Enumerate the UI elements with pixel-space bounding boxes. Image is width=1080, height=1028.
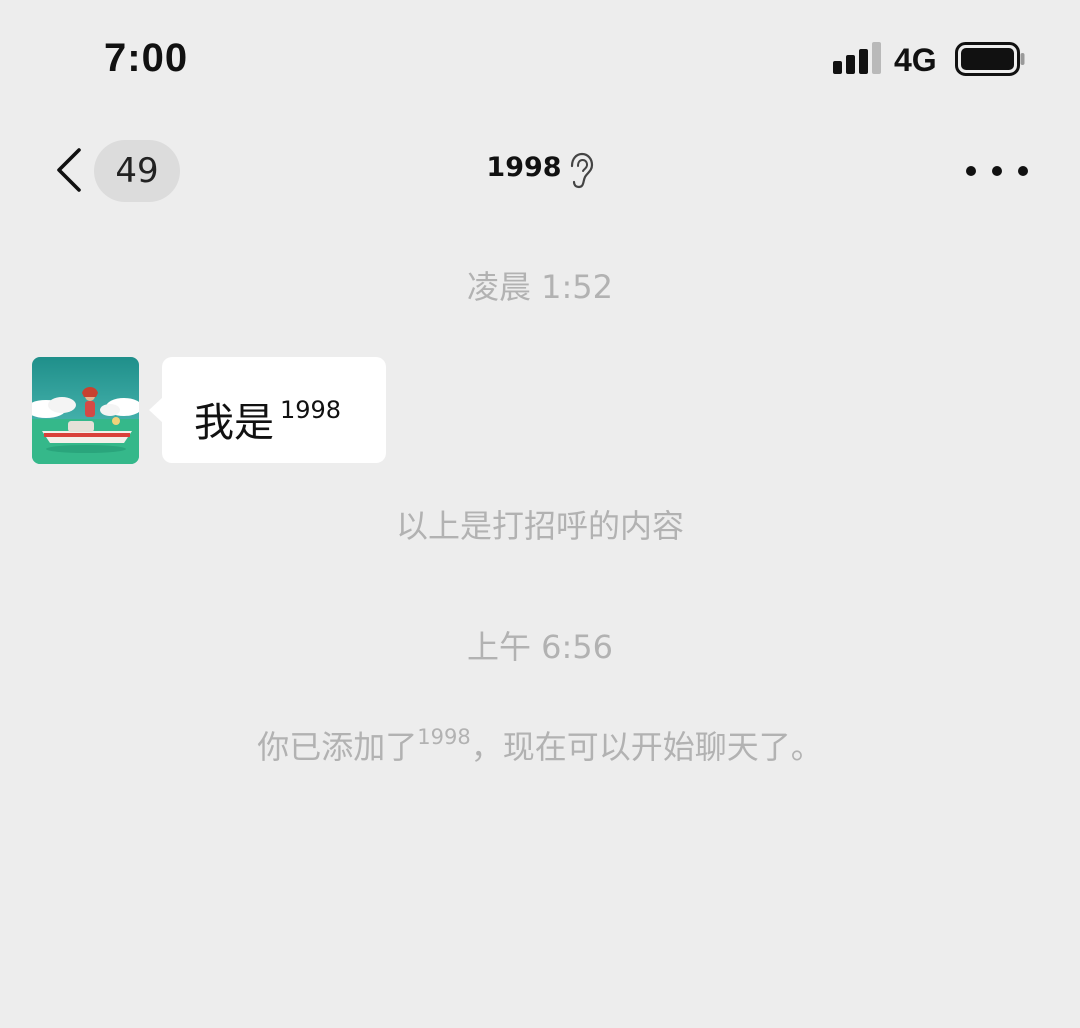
message-timestamp: 上午 6:56 xyxy=(466,628,614,666)
network-type: 4G xyxy=(894,42,937,78)
message-bubble[interactable]: 我是 1998 xyxy=(149,357,386,463)
friend-added-notice: 你已添加了1998，现在可以开始聊天了。 xyxy=(0,717,1080,767)
message-text-superscript: 1998 xyxy=(280,396,342,424)
back-button[interactable] xyxy=(48,146,88,198)
cellular-signal-icon xyxy=(833,42,883,74)
unread-count-badge[interactable]: 49 xyxy=(94,140,180,202)
battery-icon xyxy=(955,42,1025,76)
notice-prefix: 你已添加了 xyxy=(257,728,418,766)
more-options-button[interactable] xyxy=(966,152,1028,190)
contact-avatar[interactable] xyxy=(32,357,139,464)
chat-title: 1998 xyxy=(486,152,562,183)
more-dots-icon xyxy=(966,166,1028,176)
notice-contact-name: 1998 xyxy=(417,725,471,749)
chat-header: 1998 xyxy=(390,146,690,190)
message-timestamp: 凌晨 1:52 xyxy=(466,268,614,306)
notice-suffix: ，现在可以开始聊天了。 xyxy=(470,728,823,766)
ear-icon xyxy=(568,152,594,190)
greeting-notice: 以上是打招呼的内容 xyxy=(395,507,684,545)
status-time: 7:00 xyxy=(104,36,189,80)
message-text: 我是 1998 xyxy=(194,396,342,446)
chevron-left-icon xyxy=(54,147,82,197)
